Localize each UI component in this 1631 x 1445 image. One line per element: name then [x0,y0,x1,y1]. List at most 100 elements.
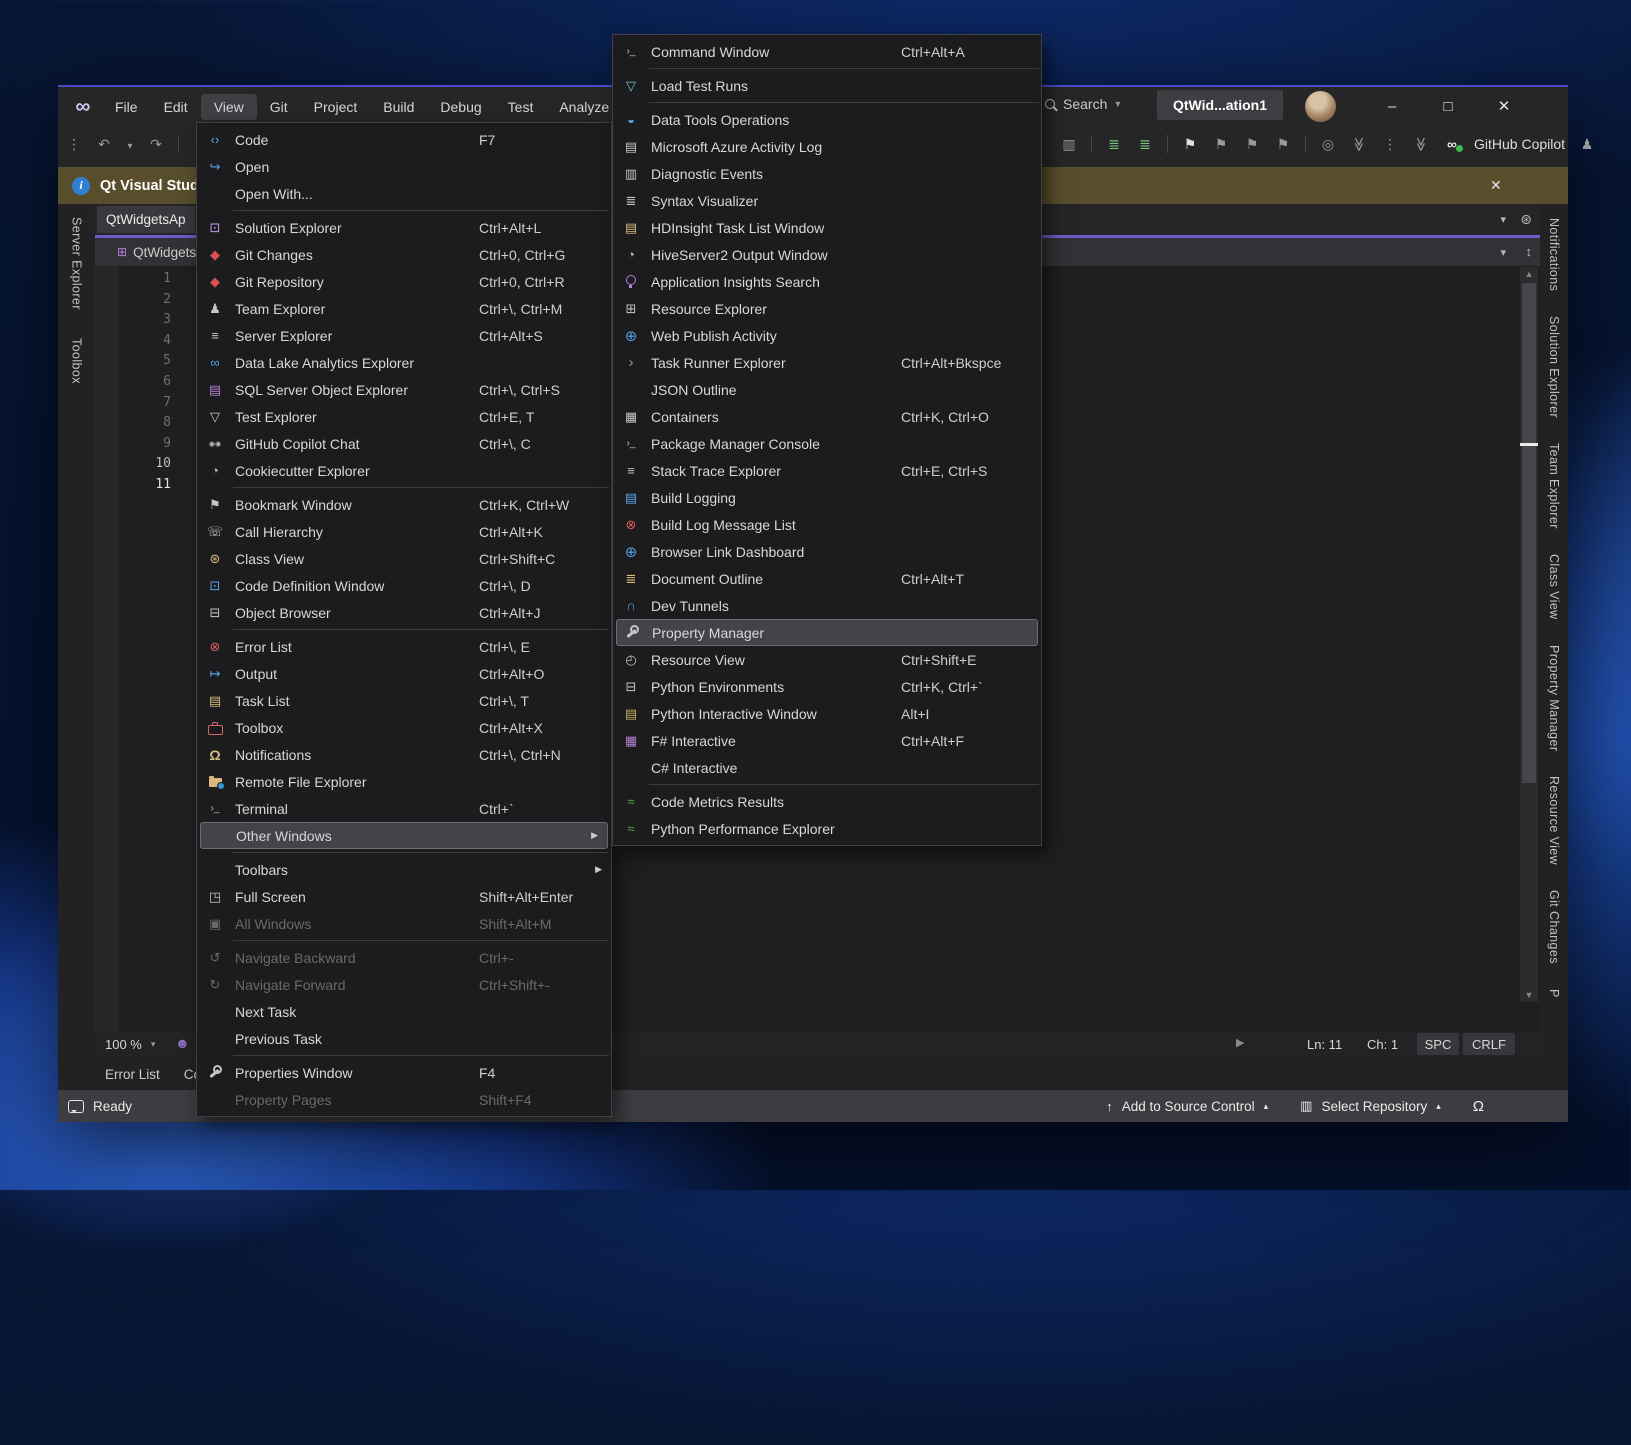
side-tab-toolbox[interactable]: Toolbox [70,338,84,384]
line-ending-chip[interactable]: CRLF [1463,1033,1515,1055]
menu-item-load-test-runs[interactable]: ▽Load Test Runs [613,72,1041,99]
clear-bookmarks-icon[interactable] [1274,136,1292,153]
add-to-source-control-button[interactable]: Add to Source Control [1122,1099,1255,1114]
menu-item-cookiecutter-explorer[interactable]: ◔Cookiecutter Explorer [197,457,611,484]
space-mode-chip[interactable]: SPC [1417,1033,1459,1055]
feedback-icon[interactable]: ☻ [175,1035,190,1051]
menu-item-notifications[interactable]: NotificationsCtrl+\, Ctrl+N [197,741,611,768]
chevron-down-icon[interactable]: ▾ [1500,246,1506,259]
side-tab-team-explorer[interactable]: Team Explorer [1547,443,1561,529]
navigate-backward-icon[interactable] [95,136,113,153]
menu-item-other-windows[interactable]: Other Windows▶ [200,822,608,849]
expand-icon[interactable] [1413,135,1430,153]
menu-item-dev-tunnels[interactable]: ∩Dev Tunnels [613,592,1041,619]
menu-item-application-insights-search[interactable]: Application Insights Search [613,268,1041,295]
menu-item-python-performance-explorer[interactable]: ≈Python Performance Explorer [613,815,1041,842]
breakpoint-gutter[interactable] [95,266,119,1032]
menu-item-properties-window[interactable]: Properties WindowF4 [197,1059,611,1086]
user-avatar[interactable] [1305,91,1336,122]
menu-item-hdinsight-task-list-window[interactable]: ▤HDInsight Task List Window [613,214,1041,241]
side-tab-class-view[interactable]: Class View [1547,554,1561,620]
menu-item-code-definition-window[interactable]: ⊡Code Definition WindowCtrl+\, D [197,572,611,599]
menubar-item-analyze[interactable]: Analyze [546,94,622,120]
menu-item-navigate-backward[interactable]: ↺Navigate BackwardCtrl+- [197,944,611,971]
menu-item-github-copilot-chat[interactable]: ◉◉GitHub Copilot ChatCtrl+\, C [197,430,611,457]
toolbar-grip-icon[interactable] [64,136,82,153]
side-tab-solution-explorer[interactable]: Solution Explorer [1547,316,1561,418]
menu-item-navigate-forward[interactable]: ↻Navigate ForwardCtrl+Shift+- [197,971,611,998]
menubar-item-project[interactable]: Project [301,94,371,120]
minimize-button[interactable]: – [1375,91,1409,121]
menu-item-open-with[interactable]: Open With... [197,180,611,207]
side-tab-git-changes[interactable]: Git Changes [1547,890,1561,964]
copilot-label[interactable]: GitHub Copilot [1474,136,1565,152]
menu-item-toolbars[interactable]: Toolbars▶ [197,856,611,883]
notifications-bell-icon[interactable]: Ω [1473,1098,1484,1115]
scrollbar-thumb[interactable] [1522,283,1536,783]
menu-item-team-explorer[interactable]: ♟Team ExplorerCtrl+\, Ctrl+M [197,295,611,322]
copy-icon[interactable] [1060,136,1078,153]
menu-item-git-changes[interactable]: ◆Git ChangesCtrl+0, Ctrl+G [197,241,611,268]
find-in-code-icon[interactable] [1319,136,1337,153]
menubar-item-file[interactable]: File [102,94,151,120]
menu-item-f-interactive[interactable]: ▦F# InteractiveCtrl+Alt+F [613,727,1041,754]
chevron-down-icon[interactable] [126,136,134,152]
menu-item-resource-view[interactable]: ◴Resource ViewCtrl+Shift+E [613,646,1041,673]
menu-item-containers[interactable]: ▦ContainersCtrl+K, Ctrl+O [613,403,1041,430]
menu-item-microsoft-azure-activity-log[interactable]: ▤Microsoft Azure Activity Log [613,133,1041,160]
maximize-button[interactable]: □ [1431,91,1465,121]
zoom-select[interactable]: 100 % ▾ [97,1034,163,1055]
search-box[interactable]: Search ▾ [1045,96,1120,112]
menu-item-git-repository[interactable]: ◆Git RepositoryCtrl+0, Ctrl+R [197,268,611,295]
infobar-close-icon[interactable]: ✕ [1490,177,1502,194]
menu-item-output[interactable]: ↦OutputCtrl+Alt+O [197,660,611,687]
menu-item-next-task[interactable]: Next Task [197,998,611,1025]
menubar-item-debug[interactable]: Debug [427,94,494,120]
comment-list-icon[interactable] [1136,136,1154,153]
menubar-item-test[interactable]: Test [495,94,547,120]
bookmark-icon[interactable] [1181,136,1199,153]
menu-item-previous-task[interactable]: Previous Task [197,1025,611,1052]
menu-item-json-outline[interactable]: JSON Outline [613,376,1041,403]
share-person-icon[interactable] [1578,136,1596,153]
menu-item-solution-explorer[interactable]: ⊡Solution ExplorerCtrl+Alt+L [197,214,611,241]
menu-item-task-list[interactable]: ▤Task ListCtrl+\, T [197,687,611,714]
document-tab[interactable]: QtWidgetsAp [97,206,195,233]
menu-item-data-lake-analytics-explorer[interactable]: ∞Data Lake Analytics Explorer [197,349,611,376]
scroll-right-icon[interactable]: ▶ [1236,1036,1244,1049]
inner-tab[interactable]: QtWidgets [133,245,196,260]
menu-item-sql-server-object-explorer[interactable]: ▤SQL Server Object ExplorerCtrl+\, Ctrl+… [197,376,611,403]
select-repository-button[interactable]: Select Repository [1321,1099,1427,1114]
menu-item-syntax-visualizer[interactable]: ≣Syntax Visualizer [613,187,1041,214]
menu-item-test-explorer[interactable]: ▽Test ExplorerCtrl+E, T [197,403,611,430]
menu-item-python-environments[interactable]: ⊟Python EnvironmentsCtrl+K, Ctrl+` [613,673,1041,700]
scroll-down-icon[interactable]: ▼ [1520,990,1538,1000]
menu-item-class-view[interactable]: ⊛Class ViewCtrl+Shift+C [197,545,611,572]
github-copilot-icon[interactable] [1443,136,1461,152]
side-tab-p[interactable]: P [1547,989,1561,998]
side-tab-resource-view[interactable]: Resource View [1547,776,1561,865]
menu-item-property-manager[interactable]: Property Manager [616,619,1038,646]
menu-item-resource-explorer[interactable]: ⊞Resource Explorer [613,295,1041,322]
gear-icon[interactable] [1520,211,1532,229]
menu-item-full-screen[interactable]: ◳Full ScreenShift+Alt+Enter [197,883,611,910]
menu-item-build-log-message-list[interactable]: ⊗Build Log Message List [613,511,1041,538]
menu-item-web-publish-activity[interactable]: ⊕Web Publish Activity [613,322,1041,349]
menu-item-error-list[interactable]: ⊗Error ListCtrl+\, E [197,633,611,660]
vertical-scrollbar[interactable]: ▲ ▼ [1520,267,1538,1002]
menu-item-stack-trace-explorer[interactable]: ≡Stack Trace ExplorerCtrl+E, Ctrl+S [613,457,1041,484]
menubar-item-git[interactable]: Git [257,94,301,120]
menu-item-c-interactive[interactable]: C# Interactive [613,754,1041,781]
side-tab-property-manager[interactable]: Property Manager [1547,645,1561,751]
menu-item-build-logging[interactable]: ▤Build Logging [613,484,1041,511]
menu-item-hiveserver2-output-window[interactable]: ◔HiveServer2 Output Window [613,241,1041,268]
menu-item-toolbox[interactable]: ToolboxCtrl+Alt+X [197,714,611,741]
menu-item-open[interactable]: ↪Open [197,153,611,180]
menu-item-terminal[interactable]: ›_TerminalCtrl+` [197,795,611,822]
menu-item-call-hierarchy[interactable]: ☏Call HierarchyCtrl+Alt+K [197,518,611,545]
menu-item-document-outline[interactable]: ≣Document OutlineCtrl+Alt+T [613,565,1041,592]
navigate-forward-icon[interactable] [147,136,165,153]
menubar-item-edit[interactable]: Edit [151,94,201,120]
menu-item-task-runner-explorer[interactable]: ›Task Runner ExplorerCtrl+Alt+Bkspce [613,349,1041,376]
menu-item-command-window[interactable]: ›_Command WindowCtrl+Alt+A [613,38,1041,65]
